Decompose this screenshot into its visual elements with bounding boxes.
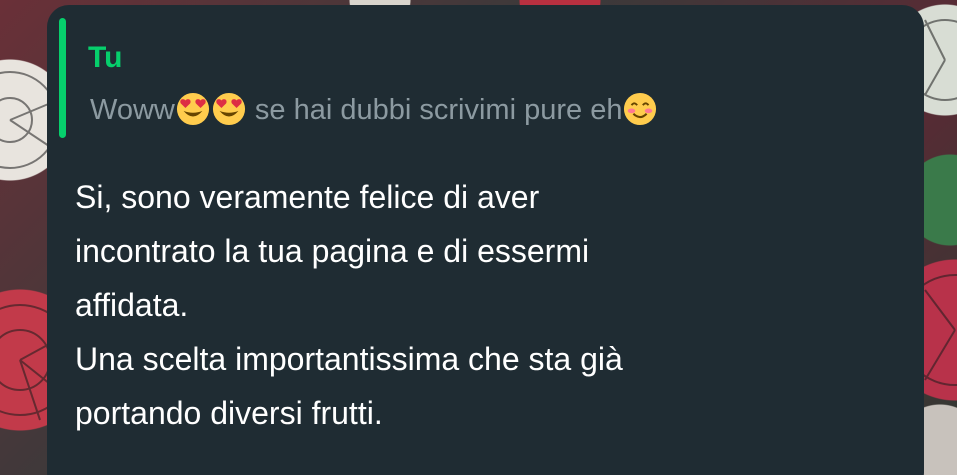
quoted-reply-text-start: Woww: [90, 94, 175, 126]
quoted-reply-author: Tu: [88, 41, 123, 74]
quoted-reply-text-end: se hai dubbi scrivimi pure eh: [246, 94, 623, 126]
message-line: Si, sono veramente felice di aver: [75, 179, 540, 215]
quoted-reply-text[interactable]: Woww se hai dubbi scrivimi pure eh: [90, 92, 658, 128]
heart-eyes-emoji-icon: [212, 92, 245, 126]
heart-eyes-emoji-icon: [176, 92, 209, 126]
message-line: affidata.: [75, 287, 189, 323]
message-line: Una scelta importantissima che sta già: [75, 341, 623, 377]
smiling-face-emoji-icon: [624, 92, 657, 126]
message-text: Si, sono veramente felice di aver incont…: [75, 170, 905, 440]
message-line: incontrato la tua pagina e di essermi: [75, 233, 590, 269]
message-line: portando diversi frutti.: [75, 395, 383, 431]
quoted-reply-bar: [59, 18, 66, 138]
